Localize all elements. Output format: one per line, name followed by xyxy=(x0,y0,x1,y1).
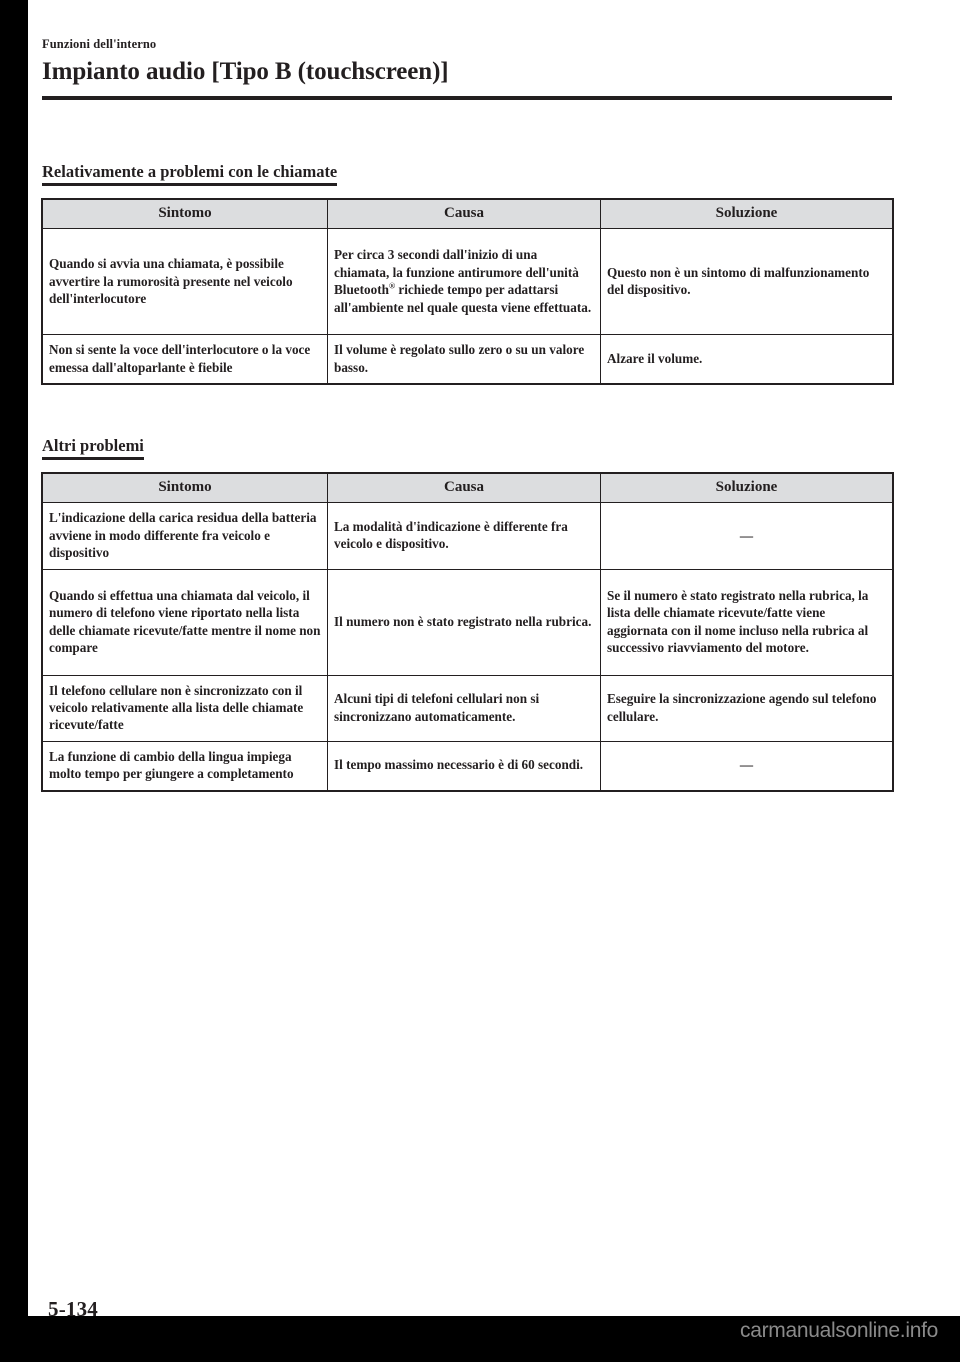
table-row: Il telefono cellulare non è sincronizzat… xyxy=(42,674,893,742)
cell-sintomo: Il telefono cellulare non è sincronizzat… xyxy=(42,674,328,742)
column-header-sintomo: Sintomo xyxy=(42,198,328,230)
column-header-soluzione: Soluzione xyxy=(600,472,893,504)
table-header-row: Sintomo Causa Soluzione xyxy=(42,198,893,230)
cell-sintomo: La funzione di cambio della lingua impie… xyxy=(42,740,328,791)
table-row: La funzione di cambio della lingua impie… xyxy=(42,740,893,791)
table-row: L'indicazione della carica residua della… xyxy=(42,502,893,570)
table-header-row: Sintomo Causa Soluzione xyxy=(42,472,893,504)
cell-soluzione: Se il numero è stato registrato nella ru… xyxy=(600,568,893,676)
column-header-causa: Causa xyxy=(327,472,601,504)
cell-causa: Il numero non è stato registrato nella r… xyxy=(327,568,601,676)
section-heading-altri-problemi: Altri problemi xyxy=(42,436,144,460)
cell-causa: Il tempo massimo necessario è di 60 seco… xyxy=(327,740,601,791)
cell-causa: Il volume è regolato sullo zero o su un … xyxy=(327,334,601,385)
cell-soluzione: Questo non è un sintomo di malfunzioname… xyxy=(600,228,893,336)
column-header-soluzione: Soluzione xyxy=(600,198,893,230)
page-sheet: Funzioni dell'interno Impianto audio [Ti… xyxy=(28,0,960,1362)
cell-soluzione: — xyxy=(600,740,893,791)
troubleshooting-table-altri-problemi: Sintomo Causa Soluzione L'indicazione de… xyxy=(41,472,894,792)
page-header: Funzioni dell'interno Impianto audio [Ti… xyxy=(42,37,892,100)
cell-causa: Alcuni tipi di telefoni cellulari non si… xyxy=(327,674,601,742)
troubleshooting-table-chiamate: Sintomo Causa Soluzione Quando si avvia … xyxy=(41,197,894,386)
cell-soluzione: Eseguire la sincronizzazione agendo sul … xyxy=(600,674,893,742)
cell-soluzione: Alzare il volume. xyxy=(600,334,893,385)
section-heading-chiamate: Relativamente a problemi con le chiamate xyxy=(42,162,338,186)
cell-soluzione: — xyxy=(600,502,893,570)
chapter-label: Funzioni dell'interno xyxy=(42,37,157,51)
cell-causa: La modalità d'indicazione è differente f… xyxy=(327,502,601,570)
page-title: Impianto audio [Tipo B (touchscreen)] xyxy=(42,57,449,85)
cell-sintomo: L'indicazione della carica residua della… xyxy=(42,502,328,570)
table-row: Non si sente la voce dell'interlocutore … xyxy=(42,334,893,385)
cell-sintomo: Quando si effettua una chiamata dal veic… xyxy=(42,568,328,676)
cell-causa: Per circa 3 secondi dall'inizio di una c… xyxy=(327,228,601,336)
cell-sintomo: Quando si avvia una chiamata, è possibil… xyxy=(42,228,328,336)
column-header-causa: Causa xyxy=(327,198,601,230)
title-divider xyxy=(42,95,892,100)
cell-sintomo: Non si sente la voce dell'interlocutore … xyxy=(42,334,328,385)
table-row: Quando si effettua una chiamata dal veic… xyxy=(42,568,893,676)
footer-watermark: carmanualsonline.info xyxy=(740,1319,938,1342)
table-row: Quando si avvia una chiamata, è possibil… xyxy=(42,228,893,336)
column-header-sintomo: Sintomo xyxy=(42,472,328,504)
